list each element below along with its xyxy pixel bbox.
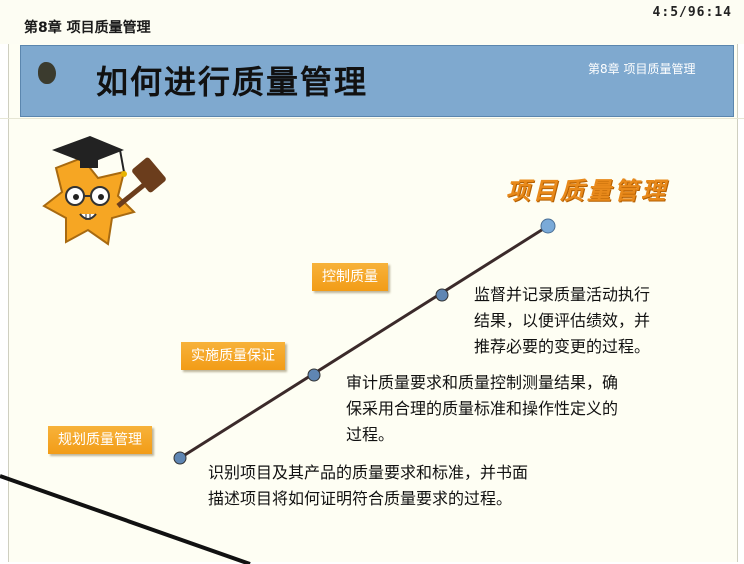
node-end	[540, 218, 556, 234]
desc-line: 审计质量要求和质量控制测量结果，确	[346, 373, 619, 392]
desc-quality-assurance: 审计质量要求和质量控制测量结果，确 保采用合理的质量标准和操作性定义的 过程。	[346, 370, 618, 448]
desc-line: 推荐必要的变更的过程。	[474, 337, 651, 356]
desc-line: 结果，以便评估绩效，并	[474, 311, 651, 330]
node-control	[435, 288, 449, 302]
desc-line: 监督并记录质量活动执行	[474, 285, 651, 304]
step-plan-quality: 规划质量管理	[48, 426, 152, 454]
step-quality-assurance: 实施质量保证	[181, 342, 285, 370]
desc-line: 描述项目将如何证明符合质量要求的过程。	[208, 489, 513, 508]
desc-line: 过程。	[346, 425, 395, 444]
step-control-quality: 控制质量	[312, 263, 388, 291]
desc-line: 识别项目及其产品的质量要求和标准，并书面	[208, 463, 529, 482]
gavel-icon	[116, 157, 166, 208]
desc-control-quality: 监督并记录质量活动执行 结果，以便评估绩效，并 推荐必要的变更的过程。	[474, 282, 650, 360]
node-plan	[173, 451, 187, 465]
desc-line: 保采用合理的质量标准和操作性定义的	[346, 399, 619, 418]
node-assure	[307, 368, 321, 382]
star-mascot-icon	[42, 136, 136, 246]
desc-plan-quality: 识别项目及其产品的质量要求和标准，并书面 描述项目将如何证明符合质量要求的过程。	[208, 460, 528, 512]
